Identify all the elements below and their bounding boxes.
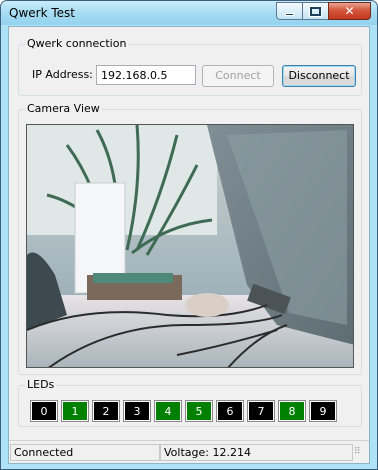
voltage-status: Voltage: 12.214 [160, 444, 353, 461]
leds-group-title: LEDs [25, 378, 57, 391]
app-window: Qwerk Test ✕ Qwerk connection IP Address… [0, 0, 378, 470]
minimize-button[interactable] [276, 2, 302, 20]
title-bar[interactable]: Qwerk Test ✕ [1, 1, 377, 25]
minimize-icon [285, 13, 294, 16]
led-8[interactable]: 8 [278, 400, 306, 422]
camera-image [26, 124, 354, 368]
led-9[interactable]: 9 [309, 400, 337, 422]
led-5[interactable]: 5 [185, 400, 213, 422]
caption-buttons: ✕ [276, 2, 371, 20]
led-7[interactable]: 7 [247, 400, 275, 422]
close-button[interactable]: ✕ [328, 2, 371, 20]
maximize-button[interactable] [302, 2, 328, 20]
led-row: 0 1 2 3 4 5 6 7 8 9 [30, 400, 337, 422]
camera-view-group-title: Camera View [25, 102, 102, 115]
qwerk-connection-group: Qwerk connection IP Address: Connect Dis… [18, 37, 362, 96]
maximize-icon [309, 6, 322, 17]
camera-feed-image [27, 125, 353, 367]
ip-address-label: IP Address: [32, 68, 93, 81]
disconnect-button[interactable]: Disconnect [282, 65, 356, 87]
led-6[interactable]: 6 [216, 400, 244, 422]
connection-status: Connected [10, 444, 160, 461]
leds-group: LEDs 0 1 2 3 4 5 6 7 8 9 [18, 378, 362, 427]
window-title: Qwerk Test [9, 6, 75, 20]
led-4[interactable]: 4 [154, 400, 182, 422]
close-icon: ✕ [344, 4, 355, 18]
status-bar: Connected Voltage: 12.214 ⠿ [9, 440, 369, 463]
client-area: Qwerk connection IP Address: Connect Dis… [8, 26, 370, 464]
qwerk-connection-group-title: Qwerk connection [25, 37, 129, 50]
ip-address-input[interactable] [96, 65, 196, 85]
resize-grip-icon[interactable]: ⠿ [354, 448, 366, 461]
led-0[interactable]: 0 [30, 400, 58, 422]
connect-button[interactable]: Connect [202, 65, 274, 87]
led-3[interactable]: 3 [123, 400, 151, 422]
led-1[interactable]: 1 [61, 400, 89, 422]
camera-view-group: Camera View [18, 102, 362, 375]
led-2[interactable]: 2 [92, 400, 120, 422]
